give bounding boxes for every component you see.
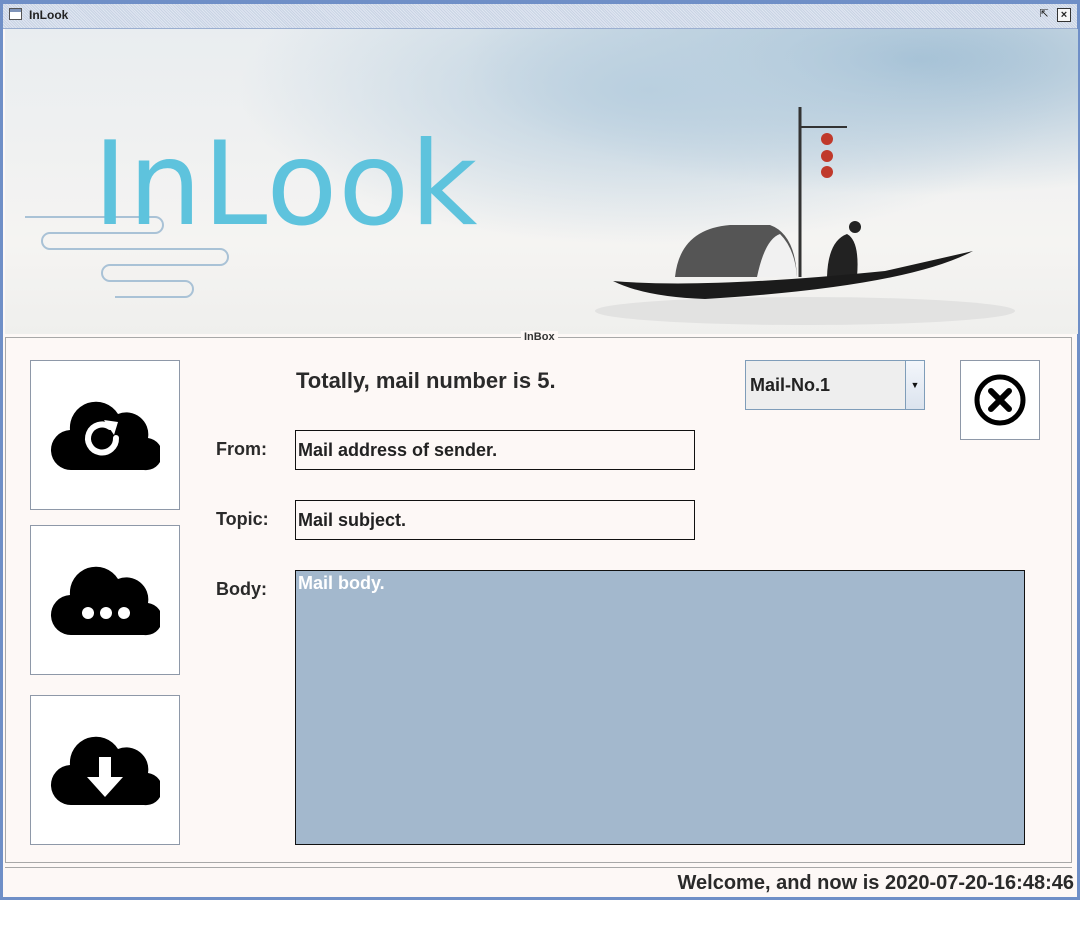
chevron-down-icon[interactable]: ▼ [905, 361, 924, 409]
window-title: InLook [29, 8, 69, 22]
close-mail-button[interactable] [960, 360, 1040, 440]
topic-label: Topic: [216, 509, 269, 529]
cloud-download-icon [50, 736, 160, 806]
close-circle-icon [974, 374, 1026, 426]
download-mail-button[interactable] [30, 695, 180, 845]
window-icon [9, 8, 22, 20]
inbox-panel-title: InBox [521, 331, 558, 343]
body-label: Body: [216, 579, 267, 599]
banner-image: InLook [5, 29, 1078, 334]
cloud-more-icon [50, 566, 160, 636]
refresh-mail-button[interactable] [30, 360, 180, 510]
mail-select-dropdown[interactable]: Mail-No.1 ▼ [745, 360, 925, 410]
restore-icon[interactable]: ⇱ [1037, 8, 1051, 22]
mail-select-value: Mail-No.1 [750, 375, 831, 395]
more-mail-button[interactable] [30, 525, 180, 675]
from-label: From: [216, 439, 267, 459]
topic-field[interactable]: Mail subject. [295, 500, 695, 540]
body-textarea[interactable]: Mail body. [295, 570, 1025, 845]
mail-count-text: Totally, mail number is 5. [296, 368, 556, 393]
from-field[interactable]: Mail address of sender. [295, 430, 695, 470]
status-bar: Welcome, and now is 2020-07-20-16:48:46 [5, 867, 1074, 895]
cloud-refresh-icon [50, 401, 160, 471]
status-text: Welcome, and now is 2020-07-20-16:48:46 [677, 872, 1074, 894]
close-window-icon[interactable]: × [1057, 8, 1071, 22]
banner-logo-text: InLook [93, 117, 479, 252]
title-bar[interactable]: InLook ⇱ × [3, 4, 1077, 29]
